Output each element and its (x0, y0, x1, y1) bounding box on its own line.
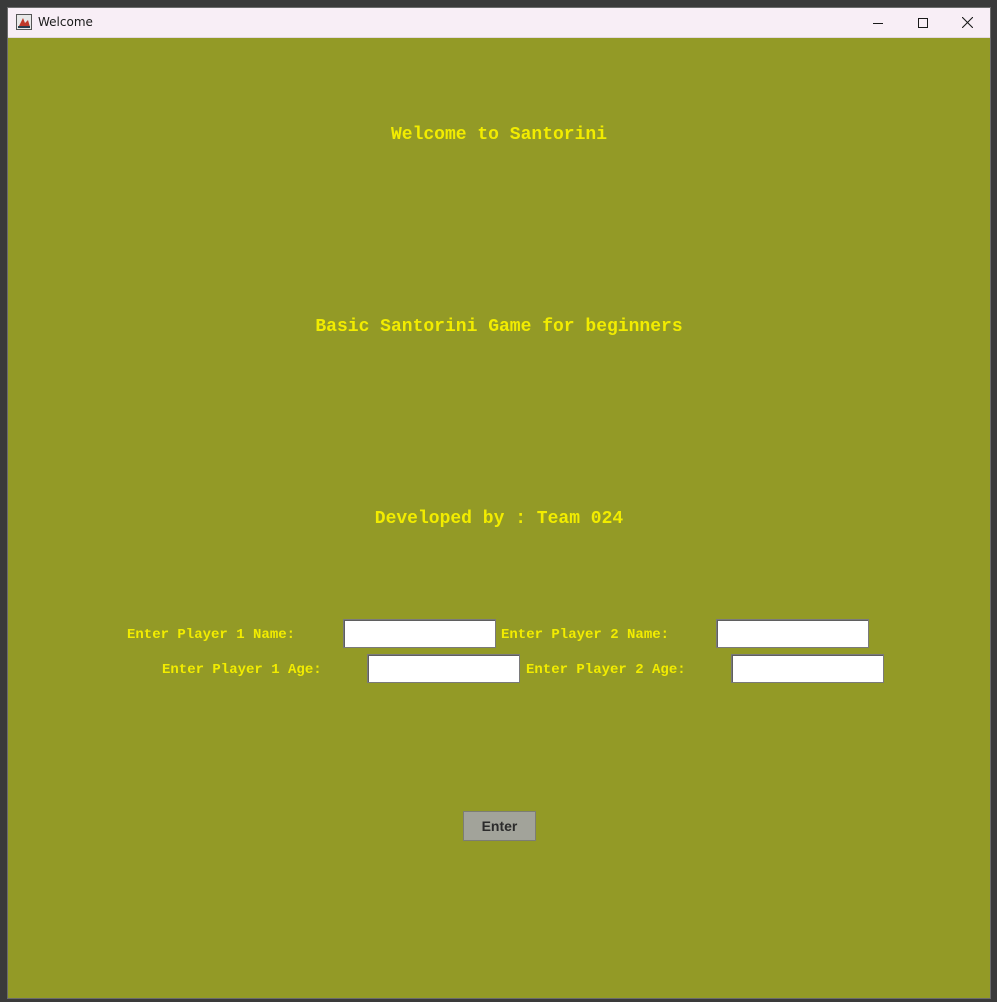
player1-name-label: Enter Player 1 Name: (127, 627, 296, 643)
maximize-button[interactable] (900, 8, 945, 37)
player2-name-label: Enter Player 2 Name: (501, 627, 670, 643)
title-bar[interactable]: Welcome (8, 8, 990, 38)
close-button[interactable] (945, 8, 990, 37)
player1-age-input[interactable] (367, 654, 520, 683)
player1-age-label: Enter Player 1 Age: (162, 662, 322, 678)
player1-name-input[interactable] (343, 619, 496, 648)
welcome-window: Welcome Welcome to Santorini Basic Santo… (7, 7, 991, 999)
player2-age-label: Enter Player 2 Age: (526, 662, 686, 678)
minimize-icon (872, 18, 883, 28)
player2-age-input[interactable] (731, 654, 884, 683)
window-title: Welcome (38, 15, 93, 29)
player2-name-input[interactable] (716, 619, 869, 648)
developer-credit: Developed by : Team 024 (374, 509, 624, 529)
game-subtitle: Basic Santorini Game for beginners (315, 317, 683, 337)
java-app-icon (16, 14, 32, 30)
minimize-button[interactable] (855, 8, 900, 37)
enter-button[interactable]: Enter (463, 811, 536, 841)
close-icon (962, 17, 973, 28)
welcome-panel: Welcome to Santorini Basic Santorini Gam… (8, 38, 990, 998)
maximize-icon (917, 17, 928, 28)
welcome-title: Welcome to Santorini (390, 125, 608, 145)
